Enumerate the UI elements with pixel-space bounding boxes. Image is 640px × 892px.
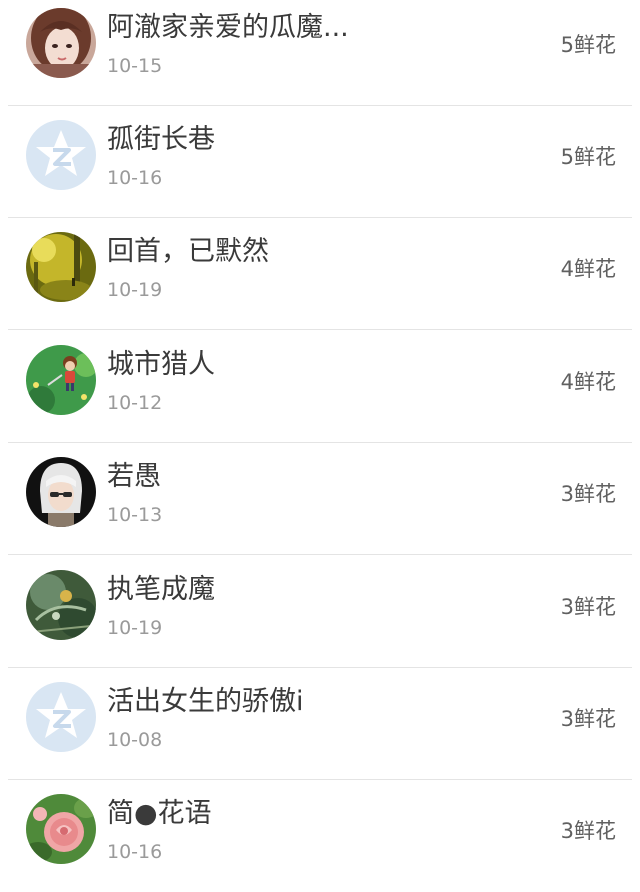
user-name: 若愚 (107, 461, 161, 492)
list-item[interactable]: 简●花语 10-16 3鲜花 (0, 780, 640, 892)
qzone-default-avatar-icon[interactable] (26, 682, 96, 752)
flower-count: 5鲜花 (560, 145, 616, 169)
list-item[interactable]: 活出女生的骄傲i 10-08 3鲜花 (0, 668, 640, 780)
entry-date: 10-08 (107, 729, 163, 751)
flower-count: 5鲜花 (560, 33, 616, 57)
flower-count: 3鲜花 (560, 595, 616, 619)
golden-forest-avatar-icon[interactable] (26, 232, 96, 302)
qzone-default-avatar-icon[interactable] (26, 120, 96, 190)
flower-count: 4鲜花 (560, 370, 616, 394)
game-character-avatar-icon[interactable] (26, 345, 96, 415)
fantasy-scene-avatar-icon[interactable] (26, 570, 96, 640)
user-name: 孤街长巷 (107, 124, 215, 155)
flower-count: 3鲜花 (560, 819, 616, 843)
entry-date: 10-16 (107, 841, 163, 863)
flower-count: 4鲜花 (560, 257, 616, 281)
entry-date: 10-16 (107, 167, 163, 189)
entry-date: 10-19 (107, 279, 163, 301)
list-item[interactable]: 执笔成魔 10-19 3鲜花 (0, 556, 640, 668)
entry-date: 10-15 (107, 55, 163, 77)
girl-portrait-avatar-icon[interactable] (26, 8, 96, 78)
silver-hair-character-avatar-icon[interactable] (26, 457, 96, 527)
list-item[interactable]: 若愚 10-13 3鲜花 (0, 443, 640, 555)
user-name: 活出女生的骄傲i (107, 686, 304, 717)
user-name: 阿澈家亲爱的瓜魔... (107, 12, 349, 43)
divider (8, 554, 632, 555)
flower-count: 3鲜花 (560, 707, 616, 731)
list-item[interactable]: 城市猎人 10-12 4鲜花 (0, 331, 640, 443)
list-item[interactable]: 阿澈家亲爱的瓜魔... 10-15 5鲜花 (0, 0, 640, 106)
user-name: 回首，已默然 (107, 236, 269, 267)
entry-date: 10-19 (107, 617, 163, 639)
flower-count: 3鲜花 (560, 482, 616, 506)
user-name: 城市猎人 (107, 349, 215, 380)
user-name: 简●花语 (107, 798, 212, 829)
flower-ranking-list: 阿澈家亲爱的瓜魔... 10-15 5鲜花 孤街长巷 10-16 5鲜花 回首，… (0, 0, 640, 892)
entry-date: 10-13 (107, 504, 163, 526)
entry-date: 10-12 (107, 392, 163, 414)
list-item[interactable]: 回首，已默然 10-19 4鲜花 (0, 218, 640, 330)
divider (8, 329, 632, 330)
user-name: 执笔成魔 (107, 574, 215, 605)
list-item[interactable]: 孤街长巷 10-16 5鲜花 (0, 106, 640, 218)
pink-rose-avatar-icon[interactable] (26, 794, 96, 864)
